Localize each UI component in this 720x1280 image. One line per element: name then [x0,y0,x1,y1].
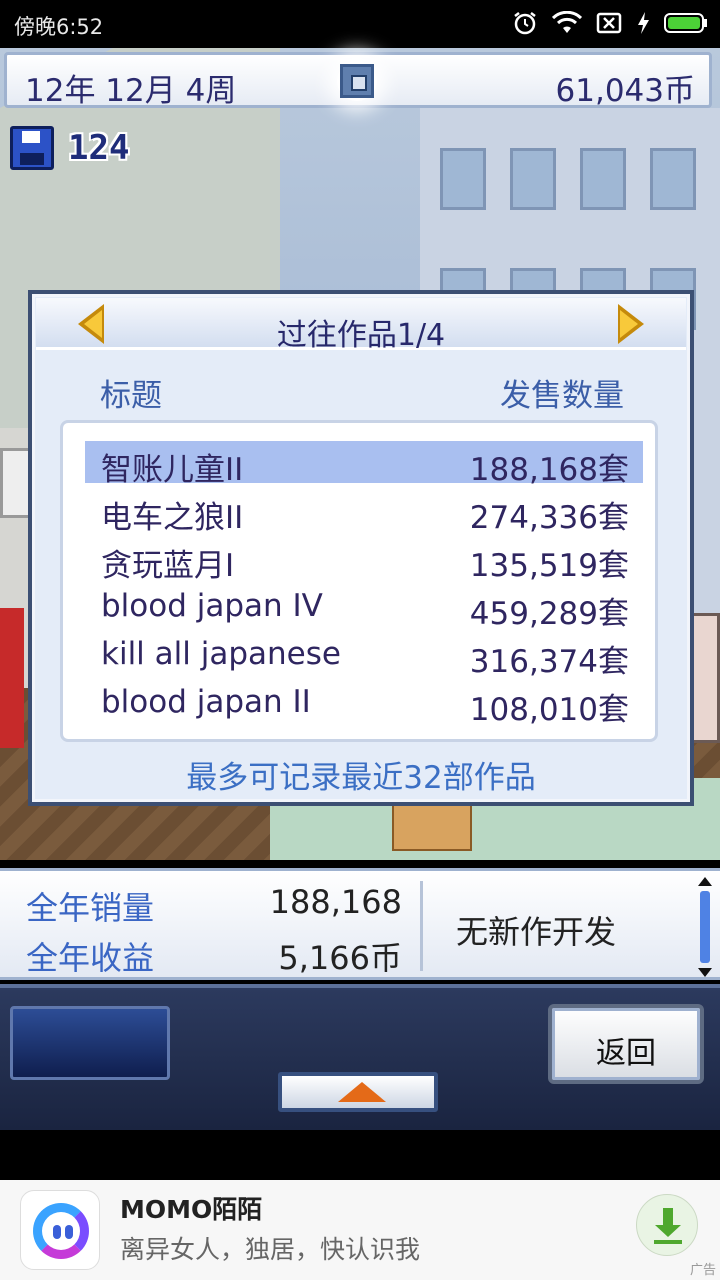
status-icons [512,10,708,40]
download-icon[interactable] [636,1194,698,1256]
blank-panel-button[interactable] [10,1006,170,1080]
work-sales: 188,168套 [469,452,629,488]
work-title: 贪玩蓝月I [101,548,235,584]
ad-banner[interactable]: MOMO陌陌 离异女人，独居，快认识我 广告 [0,1180,720,1280]
scroll-down-icon[interactable] [698,968,712,977]
scroll-up-icon[interactable] [698,877,712,886]
momo-app-logo [20,1190,100,1270]
list-item[interactable]: 贪玩蓝月I 135,519套 [85,537,643,584]
work-sales: 135,519套 [469,548,629,584]
work-sales: 108,010套 [469,692,629,728]
menu-toggle-button[interactable] [337,61,377,101]
expand-up-button[interactable] [278,1072,438,1112]
work-sales: 459,289套 [469,596,629,632]
save-count: 124 [68,128,130,168]
annual-stats-panel: 全年销量 188,168 全年收益 5,166币 无新作开发 [0,868,720,980]
spacer [0,1130,720,1180]
list-item[interactable]: kill all japanese 316,374套 [85,633,643,680]
back-button[interactable]: 返回 [548,1004,704,1084]
dialog-title: 过往作品1/4 [276,318,446,353]
annual-income-label: 全年收益 [26,939,155,977]
list-item[interactable]: blood japan II 108,010套 [85,681,643,728]
past-works-dialog: 过往作品1/4 标题 发售数量 智账儿童II 188,168套 电车之狼II 2… [28,290,694,806]
money-display: 61,043币 [555,73,695,109]
logo-eye [65,1225,73,1239]
battery-icon [664,12,708,38]
divider [420,881,423,971]
bottom-controls: 返回 [0,984,720,1130]
work-title: 电车之狼II [101,500,244,536]
building-window [440,148,486,210]
window-icon [340,64,374,98]
work-sales: 274,336套 [469,500,629,536]
back-button-label: 返回 [596,1036,656,1071]
save-counter: 124 [10,126,129,170]
top-info-bar: 12年 12月 4周 61,043币 [4,52,712,109]
work-sales: 316,374套 [469,644,629,680]
wifi-icon [551,10,583,39]
work-title: 智账儿童II [101,452,244,488]
works-list: 智账儿童II 188,168套 电车之狼II 274,336套 贪玩蓝月I 13… [60,420,658,742]
stats-scrollbar[interactable] [698,877,712,977]
sofa [690,613,720,743]
column-header-sales: 发售数量 [500,378,624,414]
charging-icon [636,11,650,39]
cardboard-boxes [392,803,472,851]
ad-description: 离异女人，独居，快认识我 [120,1235,421,1264]
dialog-header: 过往作品1/4 [36,298,686,353]
work-title: blood japan IV [101,588,323,624]
dialog-footer-note: 最多可记录最近32部作品 [186,760,536,796]
ad-label: 广告 [689,1263,716,1278]
work-title: blood japan II [101,684,311,720]
annual-sales-label: 全年销量 [26,889,155,927]
annual-sales-value: 188,168 [269,883,402,921]
floppy-disk-icon [10,126,54,170]
game-date: 12年 12月 4周 [25,73,237,109]
development-status: 无新作开发 [456,913,617,951]
status-time: 傍晚6:52 [14,15,104,39]
list-item[interactable]: 智账儿童II 188,168套 [85,441,643,488]
ad-title: MOMO陌陌 [120,1195,263,1224]
next-page-arrow-icon[interactable] [616,304,644,344]
logo-eye [53,1225,61,1239]
red-cabinet [0,608,24,748]
alarm-icon [512,10,538,40]
building-window [650,148,696,210]
logo-ring [33,1203,89,1259]
no-sim-icon [596,12,622,38]
list-item[interactable]: 电车之狼II 274,336套 [85,489,643,536]
status-bar: 傍晚6:52 [0,0,720,48]
annual-income-value: 5,166币 [278,939,402,977]
download-bar [654,1240,682,1244]
building-window [510,148,556,210]
column-header-title: 标题 [100,378,162,414]
building-window [580,148,626,210]
scroll-thumb[interactable] [700,891,710,963]
list-item[interactable]: blood japan IV 459,289套 [85,585,643,632]
work-title: kill all japanese [101,636,341,672]
